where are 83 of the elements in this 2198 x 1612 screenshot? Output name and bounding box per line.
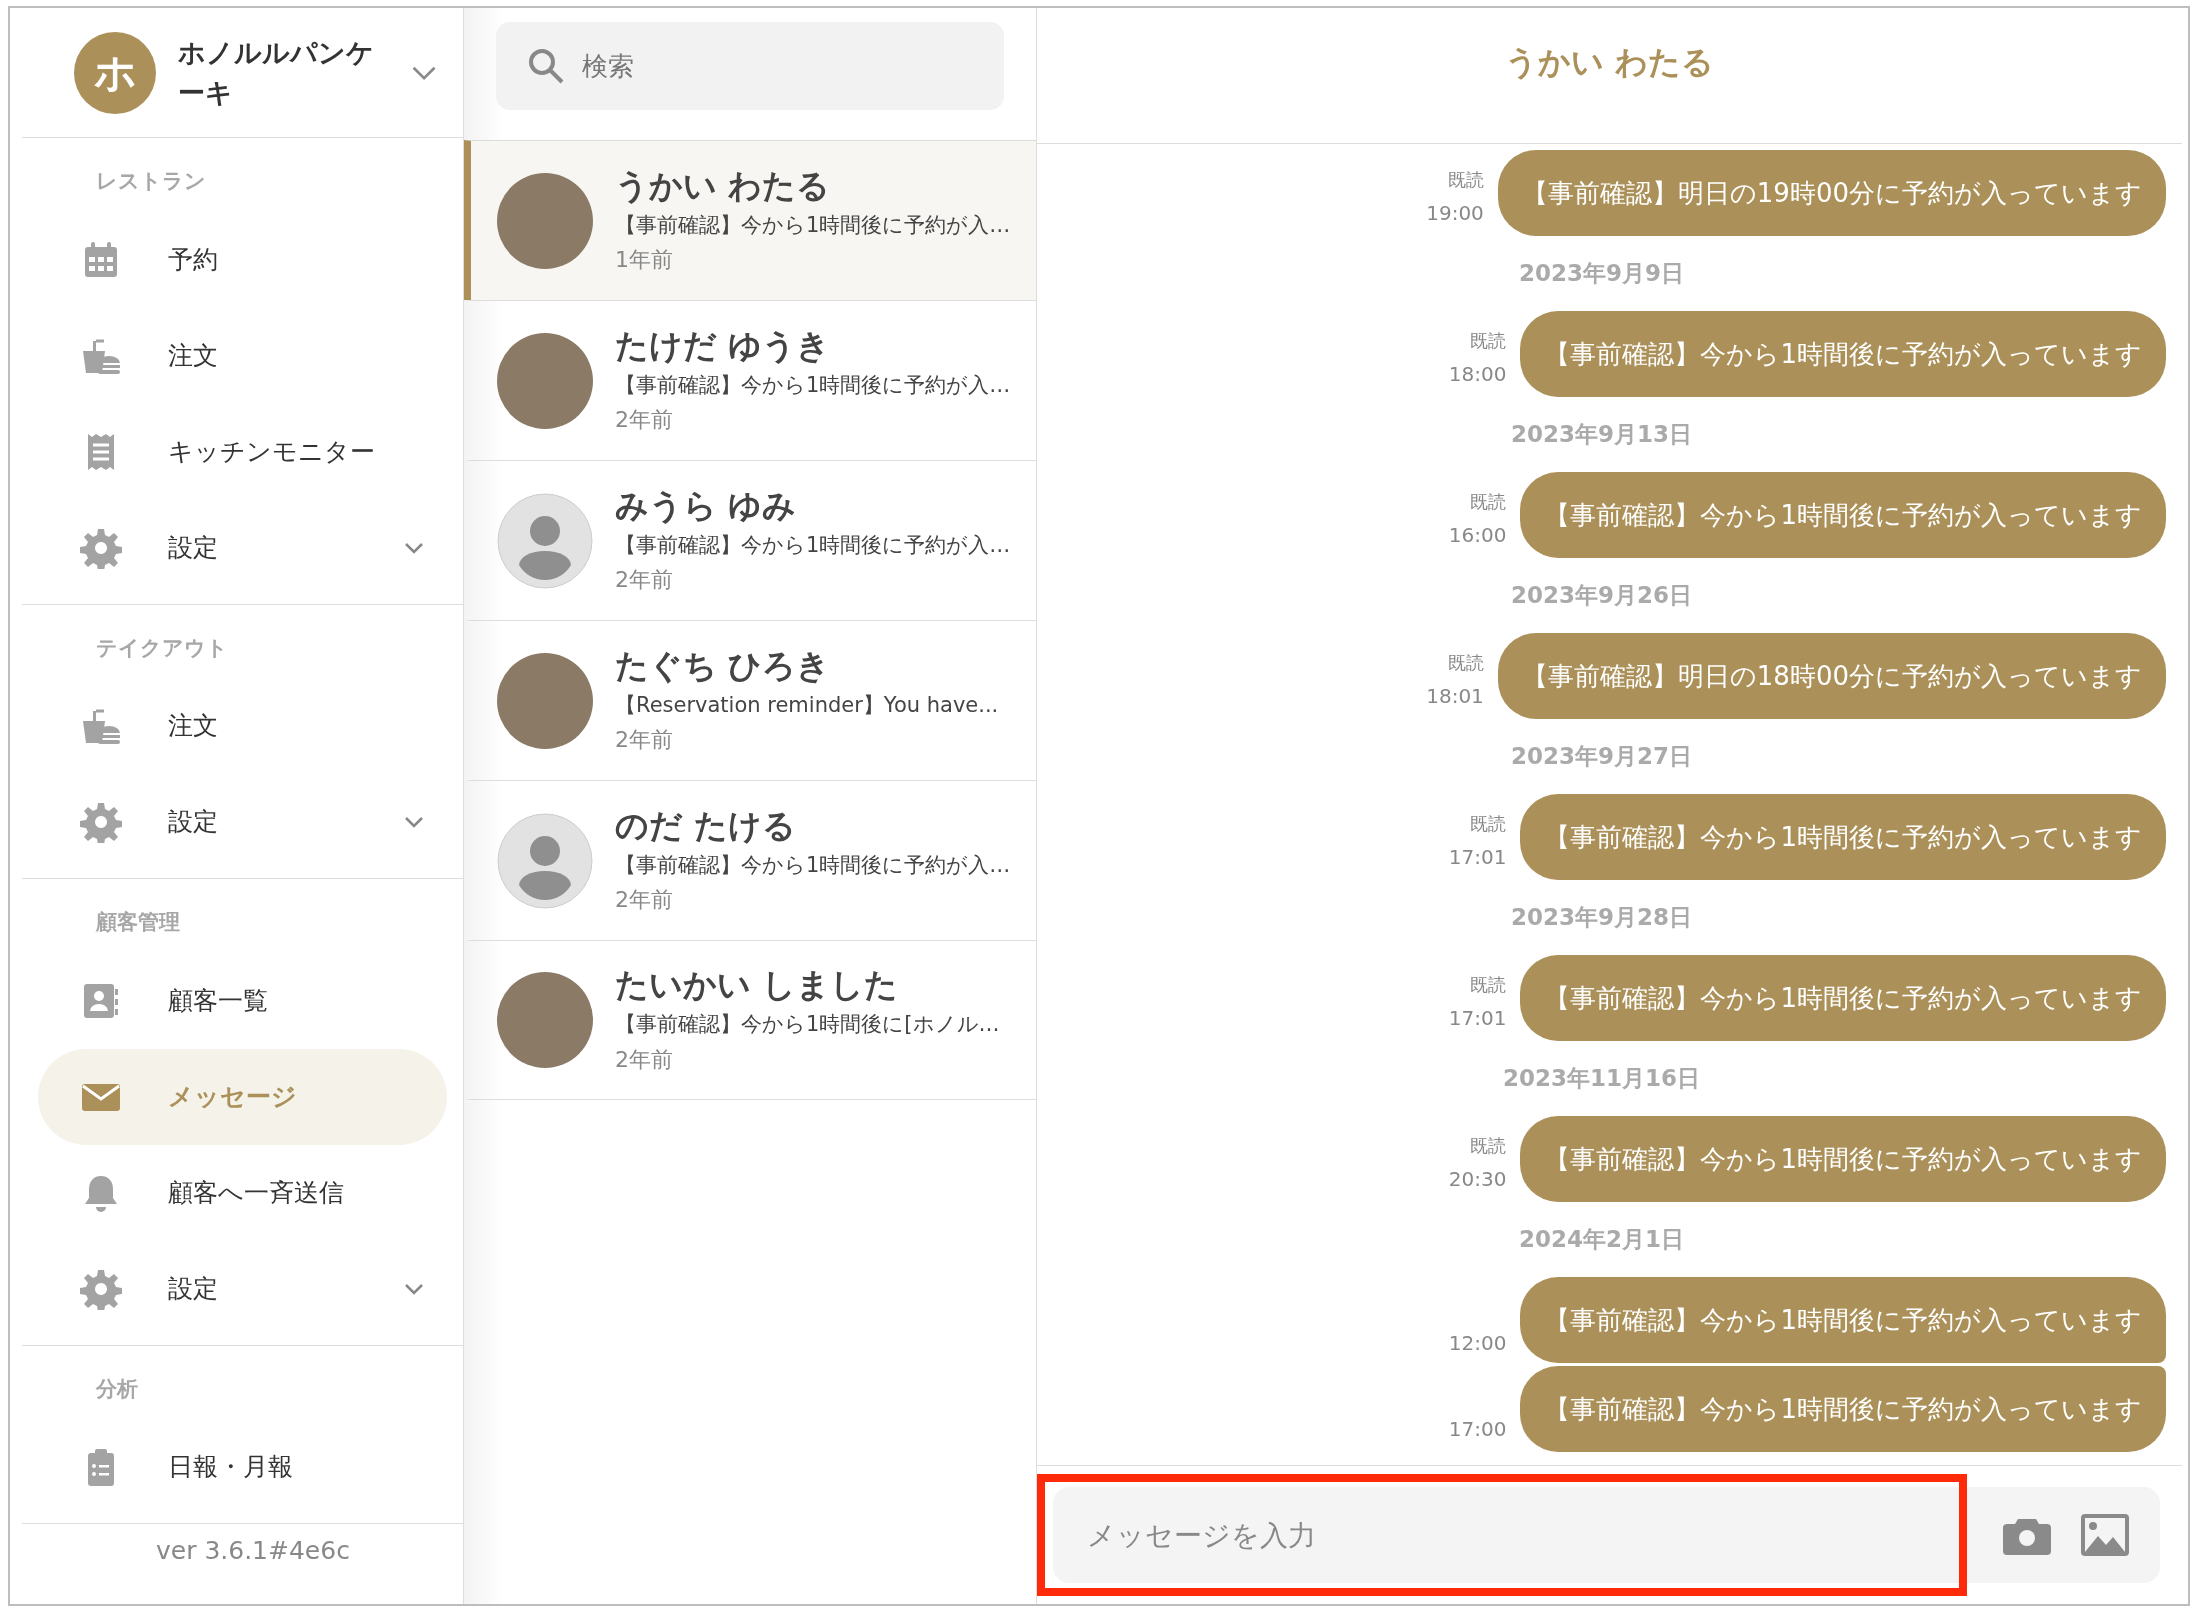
read-receipt: 既読 <box>1446 651 1484 676</box>
message-bubble: 【事前確認】今から1時間後に予約が入っています <box>1520 1366 2166 1452</box>
search-icon <box>526 46 566 86</box>
section-label: 分析 <box>94 1375 139 1403</box>
message-time: 19:00 <box>1426 200 1484 227</box>
date-separator: 2024年2月1日 <box>1518 1225 1685 1255</box>
sidebar-item[interactable]: 注文 <box>38 678 447 774</box>
message-time: 18:00 <box>1448 361 1507 388</box>
message-bubble: 【事前確認】今から1時間後に予約が入っています <box>1520 311 2166 397</box>
relative-time: 2年前 <box>615 406 674 435</box>
image-icon <box>2080 1513 2130 1557</box>
message-preview: 【事前確認】今から1時間後に予約が入… <box>615 211 1011 239</box>
message-bubble: 【事前確認】今から1時間後に予約が入っています <box>1520 794 2166 880</box>
contact-name: うかい わたる <box>615 164 832 207</box>
message-preview: 【事前確認】今から1時間後に予約が入… <box>615 371 1011 399</box>
message-preview: 【事前確認】今から1時間後に予約が入… <box>615 531 1011 559</box>
date-separator: 2023年9月28日 <box>1510 903 1693 933</box>
sidebar-item[interactable]: 注文 <box>38 307 447 404</box>
section-label: レストラン <box>95 168 207 195</box>
sidebar-item[interactable]: 顧客一覧 <box>38 952 447 1049</box>
contact-name: のだ たける <box>615 804 798 847</box>
sidebar-item[interactable]: 予約 <box>38 211 447 308</box>
store-name: ホノルルパンケーキ <box>178 36 375 110</box>
message-preview: 【事前確認】今から1時間後に[ホノル… <box>615 1011 1000 1039</box>
message-time: 17:01 <box>1448 844 1507 871</box>
sidebar-item[interactable]: 日報・月報 <box>38 1419 447 1515</box>
date-separator: 2023年11月16日 <box>1502 1064 1701 1094</box>
search-field[interactable]: 検索 <box>496 22 1004 110</box>
sidebar-item[interactable]: 設定 <box>38 499 447 596</box>
message-bubble: 【事前確認】今から1時間後に予約が入っています <box>1520 955 2166 1041</box>
chat-title: うかい わたる <box>1504 41 1715 83</box>
relative-time: 2年前 <box>615 1045 674 1074</box>
date-separator: 2023年9月13日 <box>1510 420 1693 450</box>
date-separator: 2023年9月26日 <box>1510 581 1693 611</box>
message-time: 16:00 <box>1448 522 1507 549</box>
read-receipt: 既読 <box>1469 1134 1507 1159</box>
relative-time: 1年前 <box>615 246 674 275</box>
contact-name: たいかい しました <box>615 964 900 1007</box>
conversation-item[interactable]: うかい わたる 【事前確認】今から1時間後に予約が入… 1年前 <box>464 140 1036 300</box>
gear-icon <box>80 801 122 843</box>
sidebar-item[interactable]: キッチンモニター <box>38 403 447 500</box>
message-time: 20:30 <box>1448 1166 1507 1193</box>
contact-name: みうら ゆみ <box>615 484 798 527</box>
date-separator: 2023年9月27日 <box>1510 742 1693 772</box>
message-time: 17:01 <box>1448 1005 1507 1032</box>
message-bubble: 【事前確認】明日の18時00分に予約が入っています <box>1497 633 2166 719</box>
sidebar-item[interactable]: 設定 <box>38 774 447 870</box>
message-time: 12:00 <box>1448 1330 1507 1357</box>
read-receipt: 既読 <box>1446 168 1484 193</box>
message-input[interactable]: メッセージを入力 <box>1053 1487 1953 1583</box>
message-preview: 【Reservation reminder】You have... <box>615 691 999 719</box>
avatar-silhouette-icon <box>497 492 593 589</box>
avatar-silhouette-icon <box>497 812 593 909</box>
read-receipt: 既読 <box>1469 329 1507 354</box>
gear-icon <box>80 1267 122 1310</box>
contact-name: たけだ ゆうき <box>615 324 832 367</box>
relative-time: 2年前 <box>615 566 674 595</box>
message-bubble: 【事前確認】明日の19時00分に予約が入っています <box>1497 150 2166 236</box>
message-time: 18:01 <box>1426 683 1484 710</box>
conversation-item[interactable]: たいかい しました 【事前確認】今から1時間後に[ホノル… 2年前 <box>464 940 1036 1100</box>
store-avatar: ホ <box>74 31 156 114</box>
conversation-item[interactable]: たぐち ひろき 【Reservation reminder】You have... 2年前 <box>464 620 1036 780</box>
conversation-item[interactable]: たけだ ゆうき 【事前確認】今から1時間後に予約が入… 2年前 <box>464 300 1036 460</box>
date-separator: 2023年9月9日 <box>1518 259 1685 289</box>
message-bubble: 【事前確認】今から1時間後に予約が入っています <box>1520 1116 2166 1202</box>
version-text: ver 3.6.1#4e6c <box>155 1535 351 1567</box>
relative-time: 2年前 <box>615 886 674 915</box>
section-label: 顧客管理 <box>94 909 181 936</box>
read-receipt: 既読 <box>1469 973 1507 998</box>
contact-name: たぐち ひろき <box>615 644 832 687</box>
relative-time: 2年前 <box>615 726 674 755</box>
conversation-item[interactable]: のだ たける 【事前確認】今から1時間後に予約が入… 2年前 <box>464 780 1036 940</box>
message-preview: 【事前確認】今から1時間後に予約が入… <box>615 851 1011 879</box>
message-bubble: 【事前確認】今から1時間後に予約が入っています <box>1520 1277 2166 1363</box>
sidebar-item[interactable]: 設定 <box>38 1240 447 1337</box>
read-receipt: 既読 <box>1469 490 1507 515</box>
message-bubble: 【事前確認】今から1時間後に予約が入っています <box>1520 472 2166 558</box>
conversation-item[interactable]: みうら ゆみ 【事前確認】今から1時間後に予約が入… 2年前 <box>464 460 1036 620</box>
read-receipt: 既読 <box>1469 812 1507 837</box>
section-label: テイクアウト <box>95 634 229 662</box>
sidebar-item[interactable]: 顧客へ一斉送信 <box>38 1144 447 1241</box>
gear-icon <box>80 526 122 569</box>
message-time: 17:00 <box>1448 1416 1507 1443</box>
